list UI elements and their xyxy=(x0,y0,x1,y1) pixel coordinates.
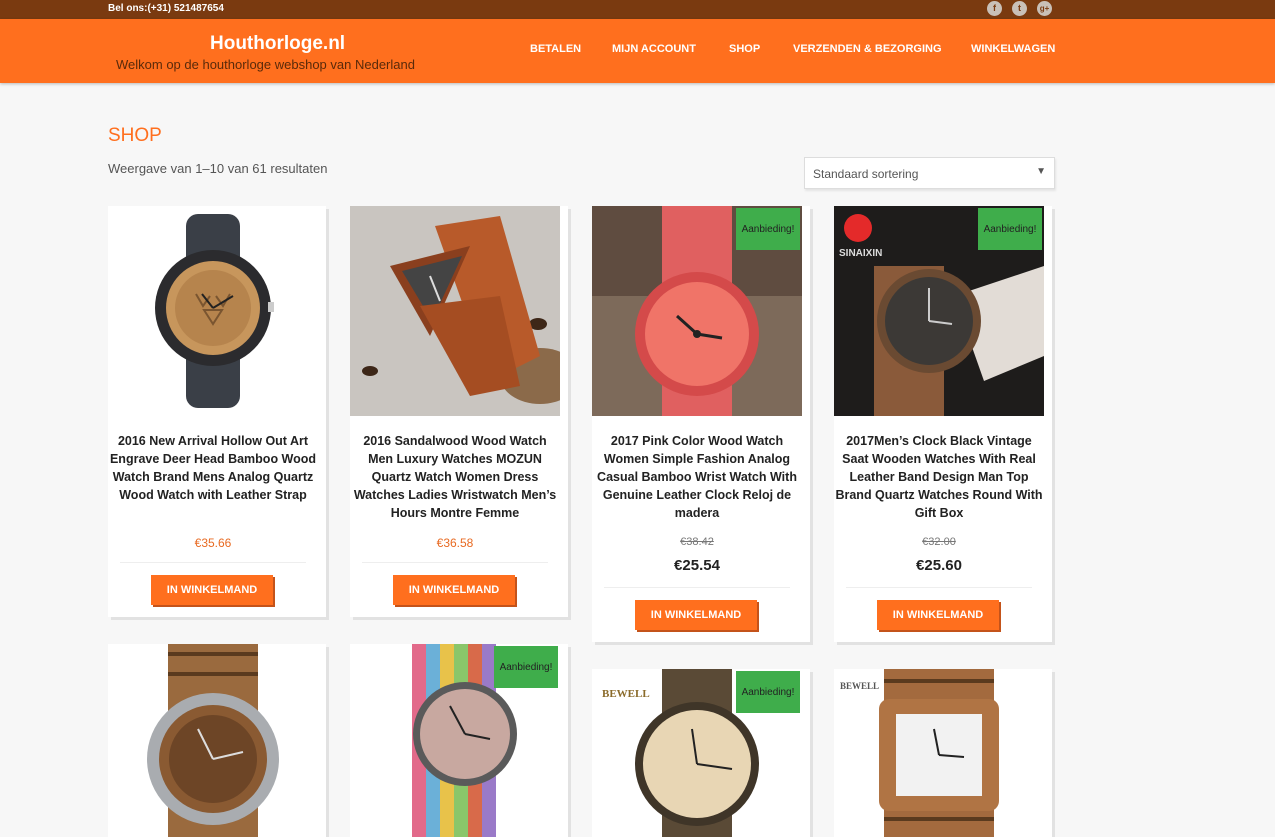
svg-text:SINAIXIN: SINAIXIN xyxy=(839,248,882,259)
product-old-price: €38.42 xyxy=(680,536,714,548)
product-image[interactable] xyxy=(350,206,560,416)
product-image[interactable]: BEWELL xyxy=(834,669,1044,837)
product-card xyxy=(108,644,326,837)
chevron-down-icon: ▼ xyxy=(1036,166,1046,177)
nav-winkelwagen[interactable]: WINKELWAGEN xyxy=(971,43,1055,55)
product-title[interactable]: 2017Men’s Clock Black Vintage Saat Woode… xyxy=(834,432,1044,522)
divider xyxy=(362,562,548,563)
product-image[interactable] xyxy=(108,206,318,416)
site-header: Houthorloge.nl Welkom op de houthorloge … xyxy=(0,19,1275,83)
nav-mijn-account[interactable]: MIJN ACCOUNT xyxy=(612,43,696,55)
product-image[interactable] xyxy=(108,644,318,837)
sale-badge: Aanbieding! xyxy=(978,208,1042,250)
add-to-cart-button[interactable]: IN WINKELMAND xyxy=(635,600,757,630)
phone-number: Bel ons:(+31) 521487654 xyxy=(108,3,224,14)
product-card: Aanbieding! 2017 Pink Color Wood Watch W… xyxy=(592,206,810,642)
sale-badge: Aanbieding! xyxy=(736,671,800,713)
product-card: 2016 Sandalwood Wood Watch Men Luxury Wa… xyxy=(350,206,568,617)
divider xyxy=(604,587,790,588)
product-price: €25.54 xyxy=(674,557,720,574)
site-title[interactable]: Houthorloge.nl xyxy=(210,33,345,55)
add-to-cart-button[interactable]: IN WINKELMAND xyxy=(393,575,515,605)
google-plus-icon[interactable]: g+ xyxy=(1037,1,1052,16)
product-card: 2016 New Arrival Hollow Out Art Engrave … xyxy=(108,206,326,617)
divider xyxy=(120,562,306,563)
product-old-price: €32.00 xyxy=(922,536,956,548)
site-tagline: Welkom op de houthorloge webshop van Ned… xyxy=(116,57,415,72)
product-card: SINAIXIN Aanbieding! 2017Men’s Clock Bla… xyxy=(834,206,1052,642)
sale-badge: Aanbieding! xyxy=(494,646,558,688)
product-card: BEWELL Aanbieding! xyxy=(592,669,810,837)
svg-text:BEWELL: BEWELL xyxy=(602,688,650,700)
product-title[interactable]: 2016 Sandalwood Wood Watch Men Luxury Wa… xyxy=(350,432,560,522)
product-price: €36.58 xyxy=(436,536,474,550)
top-bar: Bel ons:(+31) 521487654 f t g+ xyxy=(0,0,1275,19)
product-card: BEWELL xyxy=(834,669,1052,837)
sort-selected-value: Standaard sortering xyxy=(813,167,919,181)
page-title: SHOP xyxy=(108,125,162,146)
product-card: Aanbieding! xyxy=(350,644,568,837)
nav-shop[interactable]: SHOP xyxy=(729,43,760,55)
add-to-cart-button[interactable]: IN WINKELMAND xyxy=(151,575,273,605)
add-to-cart-button[interactable]: IN WINKELMAND xyxy=(877,600,999,630)
result-count: Weergave van 1–10 van 61 resultaten xyxy=(108,161,328,176)
product-price: €25.60 xyxy=(916,557,962,574)
svg-text:BEWELL: BEWELL xyxy=(840,681,879,691)
twitter-icon[interactable]: t xyxy=(1012,1,1027,16)
product-title[interactable]: 2017 Pink Color Wood Watch Women Simple … xyxy=(592,432,802,522)
divider xyxy=(846,587,1032,588)
nav-betalen[interactable]: BETALEN xyxy=(530,43,581,55)
product-price: €35.66 xyxy=(194,536,232,550)
facebook-icon[interactable]: f xyxy=(987,1,1002,16)
sort-select[interactable]: Standaard sortering ▼ xyxy=(804,157,1055,189)
sale-badge: Aanbieding! xyxy=(736,208,800,250)
product-title[interactable]: 2016 New Arrival Hollow Out Art Engrave … xyxy=(108,432,318,504)
nav-verzenden-bezorging[interactable]: VERZENDEN & BEZORGING xyxy=(793,43,942,55)
